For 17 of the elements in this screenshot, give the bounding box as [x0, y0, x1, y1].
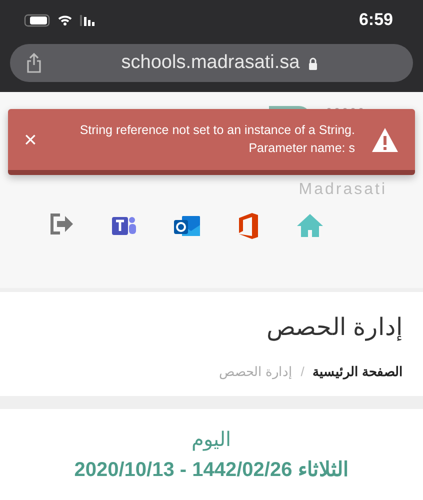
lock-icon: [308, 56, 318, 70]
date-text: الثلاثاء 1442/02/26 - 2020/10/13: [73, 458, 350, 482]
breadcrumb-link[interactable]: الصفحة الرئيسية: [312, 362, 403, 382]
close-button[interactable]: ×: [24, 128, 37, 150]
breadcrumb-current: إدارة الحصص: [219, 363, 293, 382]
share-icon[interactable]: [26, 53, 42, 73]
breadcrumb-separator: /: [300, 363, 304, 381]
signal-icon: [80, 14, 96, 26]
day-label: اليوم: [190, 428, 232, 453]
clock-time: 6:59: [358, 9, 393, 32]
logo-text: Madrasati: [298, 182, 387, 198]
warning-icon: [371, 126, 399, 152]
battery-icon: [24, 14, 50, 26]
page-title: إدارة الحصص: [265, 313, 403, 343]
error-message: String reference not set to an instance of a String.: [78, 122, 355, 139]
error-detail: Parameter name: s: [248, 140, 355, 156]
wifi-icon: [58, 14, 72, 26]
